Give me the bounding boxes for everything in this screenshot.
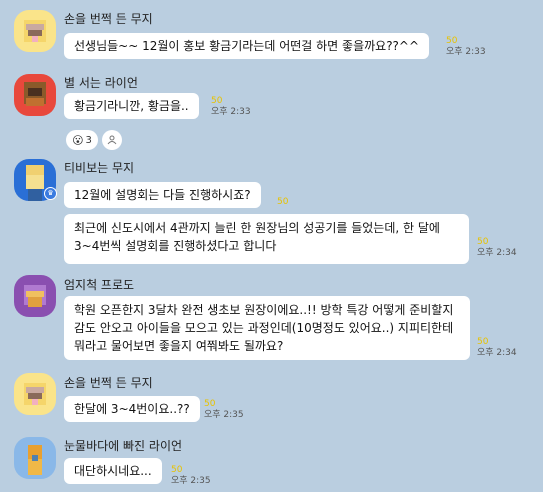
timestamp: 오후 2:34 bbox=[477, 348, 517, 358]
message-bubble[interactable]: 최근에 신도시에서 4관까지 늘린 한 원장님의 성공기를 들었는데, 한 달에… bbox=[64, 214, 469, 264]
crown-badge-icon: ♛ bbox=[44, 187, 57, 200]
message-meta: 50 오후 2:34 bbox=[477, 237, 517, 259]
message-bubble[interactable]: 학원 오픈한지 3달차 완전 생초보 원장이에요..!! 방학 특강 어떻게 준… bbox=[64, 296, 470, 360]
message-meta: 50 bbox=[277, 197, 288, 208]
message-bubble[interactable]: 대단하시네요... bbox=[64, 458, 162, 484]
sender-name: 손을 번쩍 든 무지 bbox=[64, 376, 153, 390]
message-bubble[interactable]: 황금기라니깐, 황금을.. bbox=[64, 93, 199, 119]
timestamp: 오후 2:35 bbox=[204, 410, 244, 420]
unread-count: 50 bbox=[446, 36, 458, 46]
sender-name: 티비보는 무지 bbox=[64, 161, 135, 175]
avatar[interactable] bbox=[14, 275, 56, 317]
sender-name: 엄지척 프로도 bbox=[64, 278, 135, 292]
surprised-face-icon: 😮 bbox=[72, 133, 84, 147]
reaction-surprised[interactable]: 😮 3 bbox=[66, 130, 98, 150]
avatar[interactable] bbox=[14, 74, 56, 116]
add-reaction-button[interactable] bbox=[102, 130, 122, 150]
sender-name: 손을 번쩍 든 무지 bbox=[64, 12, 153, 26]
avatar[interactable] bbox=[14, 373, 56, 415]
sender-name: 별 서는 라이언 bbox=[64, 76, 138, 90]
timestamp: 오후 2:33 bbox=[211, 107, 251, 117]
message-meta: 50 오후 2:33 bbox=[211, 96, 251, 118]
message-meta: 50 오후 2:33 bbox=[446, 36, 486, 58]
timestamp: 오후 2:33 bbox=[446, 47, 486, 57]
message-bubble[interactable]: 선생님들~~ 12월이 홍보 황금기라는데 어떤걸 하면 좋을까요??^^ bbox=[64, 33, 430, 59]
reaction-count: 3 bbox=[85, 134, 92, 146]
unread-count: 50 bbox=[477, 337, 489, 347]
person-icon bbox=[107, 135, 117, 145]
unread-count: 50 bbox=[211, 96, 223, 106]
message-bubble[interactable]: 한달에 3~4번이요..?? bbox=[64, 396, 200, 422]
message-meta: 50 오후 2:35 bbox=[171, 465, 211, 487]
timestamp: 오후 2:34 bbox=[477, 248, 517, 258]
message-bubble[interactable]: 12월에 설명회는 다들 진행하시죠? bbox=[64, 182, 261, 208]
message-meta: 50 오후 2:35 bbox=[204, 399, 244, 421]
avatar[interactable] bbox=[14, 437, 56, 479]
sender-name: 눈물바다에 빠진 라이언 bbox=[64, 439, 183, 453]
unread-count: 50 bbox=[277, 197, 289, 207]
timestamp: 오후 2:35 bbox=[171, 476, 211, 486]
message-meta: 50 오후 2:34 bbox=[477, 337, 517, 359]
avatar[interactable] bbox=[14, 10, 56, 52]
unread-count: 50 bbox=[171, 465, 183, 475]
unread-count: 50 bbox=[204, 399, 216, 409]
unread-count: 50 bbox=[477, 237, 489, 247]
